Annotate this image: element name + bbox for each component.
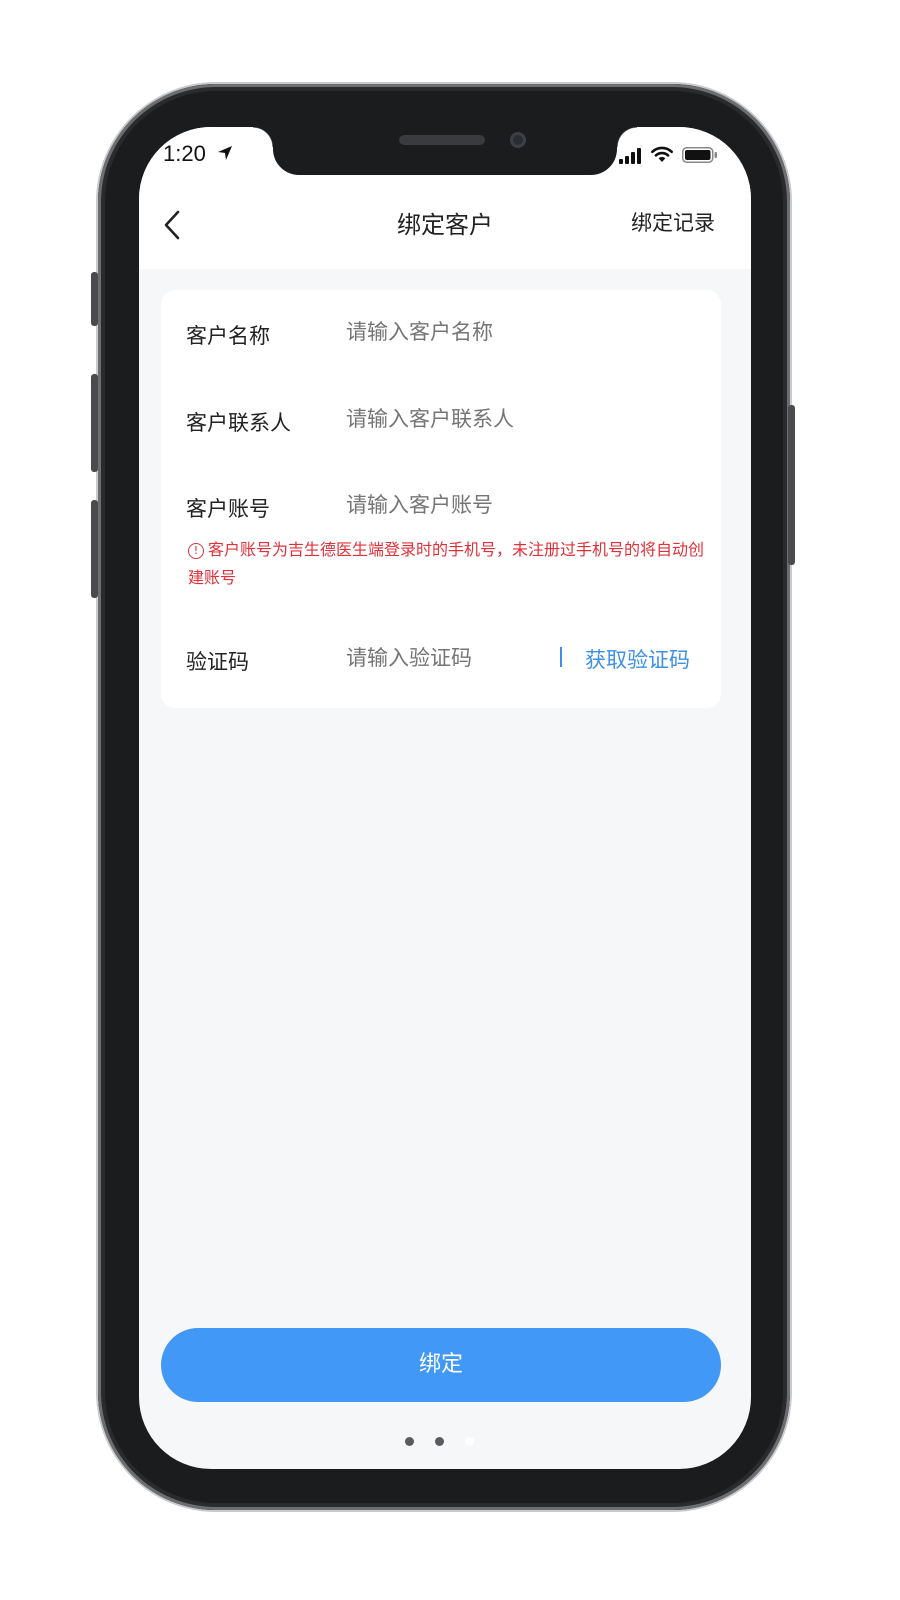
account-hint-text: 客户账号为吉生德医生端登录时的手机号，未注册过手机号的将自动创建账号 (188, 540, 705, 587)
account-hint: ! 客户账号为吉生德医生端登录时的手机号，未注册过手机号的将自动创建账号 (188, 536, 708, 592)
volume-down-button (91, 500, 98, 598)
get-code-button[interactable]: 获取验证码 (585, 644, 690, 674)
page-dot (435, 1437, 444, 1446)
mute-switch (91, 272, 98, 326)
customer-contact-label: 客户联系人 (186, 411, 291, 435)
customer-account-label: 客户账号 (186, 497, 270, 521)
customer-name-label: 客户名称 (186, 324, 270, 348)
location-arrow-icon (218, 146, 232, 160)
bind-form-card: 客户名称 客户联系人 客户账号 !客户账号为吉生德医生端登录时的手机号，未注册过… (161, 290, 721, 708)
notch (253, 127, 637, 175)
customer-contact-input[interactable] (346, 407, 686, 431)
customer-name-input[interactable] (346, 320, 686, 344)
signal-icon (619, 148, 641, 164)
bind-records-link[interactable]: 绑定记录 (631, 207, 715, 237)
verification-code-input[interactable] (346, 646, 546, 670)
front-camera (510, 132, 526, 148)
page-dot (405, 1437, 414, 1446)
status-time: 1:20 (163, 141, 206, 166)
battery-icon (682, 147, 717, 163)
verification-code-label: 验证码 (186, 650, 249, 674)
code-divider (560, 647, 562, 667)
power-button (788, 405, 795, 565)
wifi-icon (651, 146, 673, 162)
bind-button[interactable]: 绑定 (161, 1328, 721, 1402)
page-indicator (405, 1437, 485, 1447)
page-dot-active (465, 1437, 474, 1446)
volume-up-button (91, 374, 98, 472)
speaker (399, 135, 485, 145)
alert-circle-icon: ! (188, 543, 204, 559)
customer-account-input[interactable] (346, 493, 686, 517)
phone-screen: 1:20 绑定客户 绑定记录 客户名称 客户联系人 (139, 127, 751, 1469)
